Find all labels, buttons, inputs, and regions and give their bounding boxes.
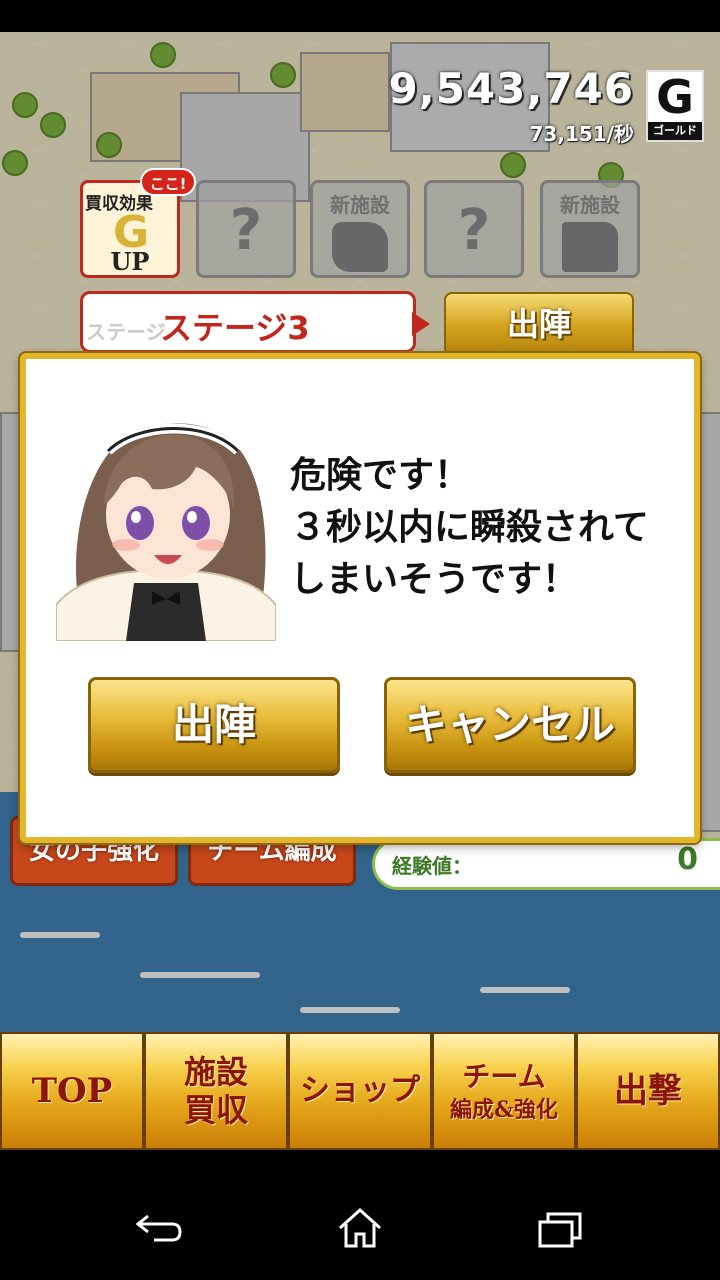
gold-badge-label: ゴールド — [648, 122, 702, 140]
nav-facility-label-2: 買収 — [183, 1091, 248, 1129]
nav-attack-button[interactable]: 出撃 — [576, 1032, 720, 1150]
here-badge: ここ! — [140, 168, 196, 196]
facility-silhouette-icon — [332, 222, 388, 272]
maid-character-portrait — [56, 423, 276, 641]
nav-team-label-1: チーム — [462, 1060, 546, 1093]
slot-locked-2[interactable]: ? — [424, 180, 524, 278]
nav-shop-button[interactable]: ショップ — [288, 1032, 432, 1150]
nav-shop-label: ショップ — [300, 1073, 420, 1108]
home-icon[interactable] — [336, 1206, 384, 1250]
new-facility-label: 新施設 — [560, 193, 620, 217]
nav-team-label-2: 編成&強化 — [450, 1097, 558, 1123]
back-icon[interactable] — [134, 1208, 184, 1244]
dialog-line-2: ３秒以内に瞬殺されて — [290, 506, 649, 548]
recent-apps-icon[interactable] — [536, 1210, 584, 1250]
slot-locked-1[interactable]: ? — [196, 180, 296, 278]
question-icon: ? — [457, 198, 491, 263]
nav-facility-buyout-button[interactable]: 施設 買収 — [144, 1032, 288, 1150]
slot-up-label: UP — [110, 247, 150, 276]
cancel-button[interactable]: キャンセル — [384, 677, 636, 773]
stage-label: ステージ3 — [160, 309, 310, 347]
slot-new-facility-2[interactable]: 新施設 — [540, 180, 640, 278]
stage-arrow-icon — [412, 312, 430, 336]
confirm-sortie-button[interactable]: 出陣 — [88, 677, 340, 773]
slot-new-facility-1[interactable]: 新施設 — [310, 180, 410, 278]
nav-attack-label: 出撃 — [614, 1071, 682, 1111]
nav-facility-label-1: 施設 — [183, 1053, 248, 1091]
bottom-nav: TOP 施設 買収 ショップ チーム 編成&強化 出撃 — [0, 1032, 720, 1150]
gold-rate: 73,151/秒 — [529, 122, 634, 146]
sortie-button-top[interactable]: 出陣 — [444, 292, 634, 356]
dialog-message: 危険です！ ３秒以内に瞬殺されて しまいそうです！ — [290, 449, 690, 605]
dialog-line-1: 危険です！ — [290, 454, 471, 496]
status-bar — [0, 0, 720, 32]
facility-silhouette-icon — [562, 222, 618, 272]
gold-amount: 9,543,746 — [388, 64, 634, 113]
gold-badge-letter: G — [656, 70, 694, 124]
warning-dialog: 危険です！ ３秒以内に瞬殺されて しまいそうです！ 出陣 キャンセル — [20, 353, 700, 843]
question-icon: ? — [229, 198, 263, 263]
exp-value: 0 — [677, 842, 698, 877]
dialog-line-3: しまいそうです！ — [290, 558, 579, 600]
stage-ghost-label: ステージ — [86, 320, 166, 344]
nav-top-label: TOP — [31, 1071, 113, 1111]
exp-label: 経験値： — [392, 854, 472, 878]
gold-badge: G ゴールド — [646, 70, 704, 142]
nav-top-button[interactable]: TOP — [0, 1032, 144, 1150]
new-facility-label: 新施設 — [330, 193, 390, 217]
nav-team-button[interactable]: チーム 編成&強化 — [432, 1032, 576, 1150]
